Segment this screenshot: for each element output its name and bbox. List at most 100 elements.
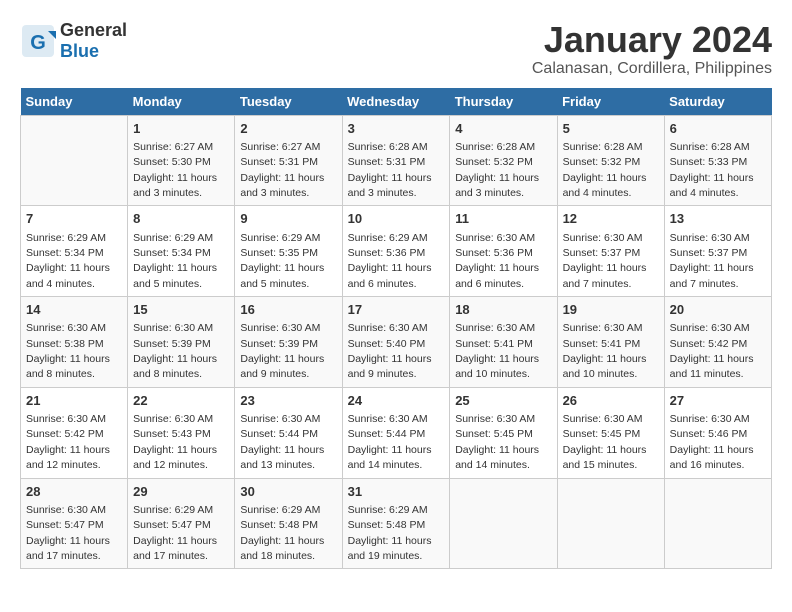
calendar-cell: 25Sunrise: 6:30 AMSunset: 5:45 PMDayligh… xyxy=(450,387,557,478)
header-friday: Friday xyxy=(557,88,664,116)
calendar-cell: 16 Sunrise: 6:30 AMSunset: 5:39 PMDayligh… xyxy=(235,297,342,388)
day-info: Sunrise: 6:29 AMSunset: 5:34 PMDaylight:… xyxy=(133,232,217,290)
day-number: 10 xyxy=(348,210,445,228)
location-subtitle: Calanasan, Cordillera, Philippines xyxy=(532,60,772,78)
day-info: Sunrise: 6:29 AMSunset: 5:35 PMDaylight:… xyxy=(240,232,324,290)
day-number: 22 xyxy=(133,392,229,410)
week-row-3: 14 Sunrise: 6:30 AMSunset: 5:38 PMDayligh… xyxy=(21,297,772,388)
day-number: 9 xyxy=(240,210,336,228)
day-info: Sunrise: 6:30 AMSunset: 5:44 PMDaylight:… xyxy=(240,413,324,471)
day-info: Sunrise: 6:30 AMSunset: 5:37 PMDaylight:… xyxy=(563,232,647,290)
logo-general: General xyxy=(60,20,127,41)
day-number: 30 xyxy=(240,483,336,501)
day-info: Sunrise: 6:30 AMSunset: 5:36 PMDaylight:… xyxy=(455,232,539,290)
week-row-5: 28 Sunrise: 6:30 AMSunset: 5:47 PMDayligh… xyxy=(21,478,772,569)
day-info: Sunrise: 6:29 AMSunset: 5:36 PMDaylight:… xyxy=(348,232,432,290)
calendar-cell: 7 Sunrise: 6:29 AMSunset: 5:34 PMDaylight… xyxy=(21,206,128,297)
day-info: Sunrise: 6:30 AMSunset: 5:39 PMDaylight:… xyxy=(133,322,217,380)
day-number: 28 xyxy=(26,483,122,501)
day-number: 7 xyxy=(26,210,122,228)
day-number: 8 xyxy=(133,210,229,228)
header-saturday: Saturday xyxy=(664,88,771,116)
month-title: January 2024 xyxy=(532,20,772,60)
calendar-header-row: SundayMondayTuesdayWednesdayThursdayFrid… xyxy=(21,88,772,116)
day-info: Sunrise: 6:30 AMSunset: 5:38 PMDaylight:… xyxy=(26,322,110,380)
calendar-cell: 18Sunrise: 6:30 AMSunset: 5:41 PMDayligh… xyxy=(450,297,557,388)
title-section: January 2024 Calanasan, Cordillera, Phil… xyxy=(532,20,772,78)
calendar-cell: 10 Sunrise: 6:29 AMSunset: 5:36 PMDayligh… xyxy=(342,206,450,297)
calendar-cell: 20 Sunrise: 6:30 AMSunset: 5:42 PMDayligh… xyxy=(664,297,771,388)
calendar-cell: 31 Sunrise: 6:29 AMSunset: 5:48 PMDayligh… xyxy=(342,478,450,569)
calendar-cell: 6Sunrise: 6:28 AMSunset: 5:33 PMDaylight… xyxy=(664,115,771,206)
day-number: 16 xyxy=(240,301,336,319)
day-number: 13 xyxy=(670,210,766,228)
calendar-cell: 12 Sunrise: 6:30 AMSunset: 5:37 PMDayligh… xyxy=(557,206,664,297)
calendar-cell: 22 Sunrise: 6:30 AMSunset: 5:43 PMDayligh… xyxy=(128,387,235,478)
day-number: 27 xyxy=(670,392,766,410)
day-info: Sunrise: 6:27 AMSunset: 5:30 PMDaylight:… xyxy=(133,141,217,199)
day-number: 23 xyxy=(240,392,336,410)
header-thursday: Thursday xyxy=(450,88,557,116)
week-row-2: 7 Sunrise: 6:29 AMSunset: 5:34 PMDaylight… xyxy=(21,206,772,297)
calendar-cell: 23 Sunrise: 6:30 AMSunset: 5:44 PMDayligh… xyxy=(235,387,342,478)
week-row-1: 1Sunrise: 6:27 AMSunset: 5:30 PMDaylight… xyxy=(21,115,772,206)
header-wednesday: Wednesday xyxy=(342,88,450,116)
calendar-cell: 24Sunrise: 6:30 AMSunset: 5:44 PMDayligh… xyxy=(342,387,450,478)
logo: G General Blue xyxy=(20,20,127,62)
day-info: Sunrise: 6:30 AMSunset: 5:43 PMDaylight:… xyxy=(133,413,217,471)
day-info: Sunrise: 6:30 AMSunset: 5:42 PMDaylight:… xyxy=(26,413,110,471)
day-info: Sunrise: 6:30 AMSunset: 5:47 PMDaylight:… xyxy=(26,504,110,562)
day-info: Sunrise: 6:30 AMSunset: 5:41 PMDaylight:… xyxy=(455,322,539,380)
calendar-cell: 9 Sunrise: 6:29 AMSunset: 5:35 PMDaylight… xyxy=(235,206,342,297)
day-info: Sunrise: 6:30 AMSunset: 5:42 PMDaylight:… xyxy=(670,322,754,380)
day-info: Sunrise: 6:28 AMSunset: 5:32 PMDaylight:… xyxy=(455,141,539,199)
header-monday: Monday xyxy=(128,88,235,116)
day-info: Sunrise: 6:27 AMSunset: 5:31 PMDaylight:… xyxy=(240,141,324,199)
day-info: Sunrise: 6:30 AMSunset: 5:45 PMDaylight:… xyxy=(563,413,647,471)
calendar-cell: 30 Sunrise: 6:29 AMSunset: 5:48 PMDayligh… xyxy=(235,478,342,569)
calendar-cell: 4 Sunrise: 6:28 AMSunset: 5:32 PMDaylight… xyxy=(450,115,557,206)
header-sunday: Sunday xyxy=(21,88,128,116)
calendar-cell: 14 Sunrise: 6:30 AMSunset: 5:38 PMDayligh… xyxy=(21,297,128,388)
day-number: 20 xyxy=(670,301,766,319)
day-number: 4 xyxy=(455,120,551,138)
calendar-cell xyxy=(557,478,664,569)
day-number: 15 xyxy=(133,301,229,319)
day-number: 26 xyxy=(563,392,659,410)
calendar-cell: 21 Sunrise: 6:30 AMSunset: 5:42 PMDayligh… xyxy=(21,387,128,478)
calendar-cell xyxy=(450,478,557,569)
day-info: Sunrise: 6:29 AMSunset: 5:48 PMDaylight:… xyxy=(348,504,432,562)
day-number: 19 xyxy=(563,301,659,319)
calendar-cell: 2Sunrise: 6:27 AMSunset: 5:31 PMDaylight… xyxy=(235,115,342,206)
day-number: 14 xyxy=(26,301,122,319)
calendar-cell: 27 Sunrise: 6:30 AMSunset: 5:46 PMDayligh… xyxy=(664,387,771,478)
day-info: Sunrise: 6:28 AMSunset: 5:32 PMDaylight:… xyxy=(563,141,647,199)
calendar-cell: 5 Sunrise: 6:28 AMSunset: 5:32 PMDaylight… xyxy=(557,115,664,206)
svg-text:G: G xyxy=(30,32,46,54)
day-number: 31 xyxy=(348,483,445,501)
calendar-cell: 28 Sunrise: 6:30 AMSunset: 5:47 PMDayligh… xyxy=(21,478,128,569)
day-number: 11 xyxy=(455,210,551,228)
day-info: Sunrise: 6:29 AMSunset: 5:47 PMDaylight:… xyxy=(133,504,217,562)
day-number: 12 xyxy=(563,210,659,228)
logo-blue: Blue xyxy=(60,41,99,62)
day-number: 3 xyxy=(348,120,445,138)
day-info: Sunrise: 6:30 AMSunset: 5:46 PMDaylight:… xyxy=(670,413,754,471)
day-info: Sunrise: 6:30 AMSunset: 5:39 PMDaylight:… xyxy=(240,322,324,380)
day-number: 17 xyxy=(348,301,445,319)
day-number: 5 xyxy=(563,120,659,138)
week-row-4: 21 Sunrise: 6:30 AMSunset: 5:42 PMDayligh… xyxy=(21,387,772,478)
day-info: Sunrise: 6:30 AMSunset: 5:37 PMDaylight:… xyxy=(670,232,754,290)
calendar-cell: 3Sunrise: 6:28 AMSunset: 5:31 PMDaylight… xyxy=(342,115,450,206)
day-info: Sunrise: 6:30 AMSunset: 5:45 PMDaylight:… xyxy=(455,413,539,471)
day-number: 6 xyxy=(670,120,766,138)
day-number: 21 xyxy=(26,392,122,410)
day-info: Sunrise: 6:30 AMSunset: 5:41 PMDaylight:… xyxy=(563,322,647,380)
calendar-cell: 8 Sunrise: 6:29 AMSunset: 5:34 PMDaylight… xyxy=(128,206,235,297)
day-info: Sunrise: 6:30 AMSunset: 5:44 PMDaylight:… xyxy=(348,413,432,471)
calendar-cell: 26 Sunrise: 6:30 AMSunset: 5:45 PMDayligh… xyxy=(557,387,664,478)
day-info: Sunrise: 6:29 AMSunset: 5:48 PMDaylight:… xyxy=(240,504,324,562)
day-info: Sunrise: 6:29 AMSunset: 5:34 PMDaylight:… xyxy=(26,232,110,290)
day-info: Sunrise: 6:30 AMSunset: 5:40 PMDaylight:… xyxy=(348,322,432,380)
calendar-cell: 1Sunrise: 6:27 AMSunset: 5:30 PMDaylight… xyxy=(128,115,235,206)
